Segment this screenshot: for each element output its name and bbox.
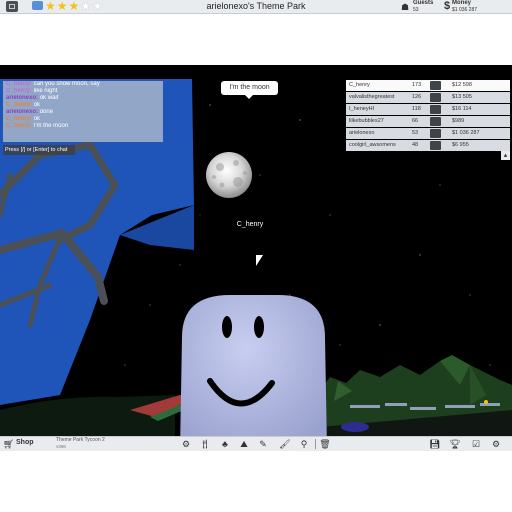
leaderboard: C_henry 173 $12 598 valvalisthegreatest … [346,80,510,152]
leaderboard-money: $1 036 287 [452,130,480,136]
chat-message: arielonexo: done [3,109,163,116]
leaderboard-row[interactable]: arielonexo 53 $1 036 287 [346,128,510,139]
leaderboard-player: C_henry [349,82,370,88]
leaderboard-player: coolgirl_awsomens [349,142,396,148]
chat-text: like night [33,88,58,94]
chat-username: C_henry: [6,81,33,87]
tree-icon[interactable]: ♣ [218,438,232,450]
leaderboard-guests: 48 [412,142,419,148]
chat-username: C_henry: [6,123,33,129]
guests-icon [430,105,441,114]
brush-icon[interactable]: 🖌︎ [278,438,292,450]
leaderboard-collapse-icon[interactable]: ▴ [501,151,510,160]
leaderboard-guests: 53 [412,130,419,136]
paint-icon[interactable]: ✎ [256,438,270,450]
game-name: Theme Park Tycoon 2 [56,437,105,443]
mouse-cursor-icon [256,255,263,266]
shop-label: Shop [16,439,34,446]
guests-icon [430,81,441,90]
game-viewport[interactable]: C_henry: can you show moon, say C_henry:… [0,65,512,450]
chat-text: ok [33,116,41,122]
leaderboard-row[interactable]: C_henry 173 $12 598 [346,80,510,91]
leaderboard-row[interactable]: coolgirl_awsomens 48 $6 955 [346,140,510,151]
leaderboard-player: lilkebubbles27 [349,118,384,124]
path-icon[interactable]: ⛰︎ [237,438,251,450]
guests-icon [430,93,441,102]
leaderboard-money: $989 [452,118,465,124]
chat-text: ok [33,102,41,108]
leaderboard-guests: 173 [412,82,422,88]
trophy-icon[interactable]: 🏆︎ [448,438,462,450]
chat-text: ok wait [39,95,59,101]
game-version: v398 [56,444,66,449]
leaderboard-row[interactable]: I_heneyHI 118 $16 114 [346,104,510,115]
calendar-icon[interactable]: ☑ [469,438,483,450]
guests-icon [430,117,441,126]
leaderboard-player: I_heneyHI [349,106,375,112]
leaderboard-money: $16 114 [452,106,472,112]
money-label: Money [452,0,472,6]
brush2-icon[interactable]: ⚲ [297,438,311,450]
leaderboard-row[interactable]: lilkebubbles27 66 $989 [346,116,510,127]
leaderboard-money: $12 598 [452,82,472,88]
toolbar-divider [315,439,316,449]
save-icon[interactable]: 💾︎ [428,438,442,450]
chat-message: C_henry: ok [3,102,163,109]
guests-icon [430,129,441,138]
ride-icon[interactable]: ⚙ [179,438,193,450]
chat-username: arielonexo: [6,95,39,101]
leaderboard-row[interactable]: valvalisthegreatest 126 $13 505 [346,92,510,103]
chat-text: I'm the moon [33,123,69,129]
chat-message: C_henry: can you show moon, say [3,81,163,88]
guests-icon [430,141,441,150]
leaderboard-money: $13 505 [452,94,472,100]
chat-username: C_henry: [6,88,33,94]
chat-text: can you show moon, say [33,81,100,87]
guests-value: 53 [413,7,419,13]
chat-username: arielonexo: [6,109,39,115]
delete-icon[interactable]: 🗑︎ [318,438,332,450]
speech-bubble-tail [245,95,253,99]
chat-input[interactable]: Press [/] or [Enter] to chat [3,145,75,155]
player-name-tag: C_henry [236,221,264,228]
settings-icon[interactable]: ⚙ [489,438,503,450]
moon [206,152,252,198]
dollar-icon: $ [444,0,451,12]
lamp-light [484,400,488,404]
speech-bubble: I'm the moon [221,81,278,95]
chat-message: C_henry: like night [3,88,163,95]
food-icon[interactable]: 🍴︎ [198,438,212,450]
cart-icon: 🛒︎ [3,439,15,449]
guests-label: Guests [413,0,434,6]
leaderboard-guests: 118 [412,106,421,112]
chat-window[interactable]: C_henry: can you show moon, say C_henry:… [3,81,163,142]
leaderboard-player: arielonexo [349,130,375,136]
money-value: $1 036 287 [452,7,478,13]
leaderboard-player: valvalisthegreatest [349,94,395,100]
chat-message: C_henry: ok [3,116,163,123]
chat-text: done [39,109,54,115]
leaderboard-guests: 126 [412,94,422,100]
chat-message: arielonexo: ok wait [3,95,163,102]
leaderboard-money: $6 955 [452,142,469,148]
purple-roof [341,422,369,432]
leaderboard-guests: 66 [412,118,419,124]
chat-username: C_henry: [6,116,33,122]
player-head [180,295,327,450]
chat-username: C_henry: [6,102,33,108]
chat-message: C_henry: I'm the moon [3,123,163,130]
park-title: arielonexo's Theme Park [206,1,306,11]
bottom-toolbar: 🛒︎ Shop Theme Park Tycoon 2 v398 ⚙ 🍴︎ ♣ … [0,436,512,451]
guests-icon: ☗ [401,2,410,12]
top-bar: ★★★★★ arielonexo's Theme Park ☗ Guests 5… [0,0,512,14]
